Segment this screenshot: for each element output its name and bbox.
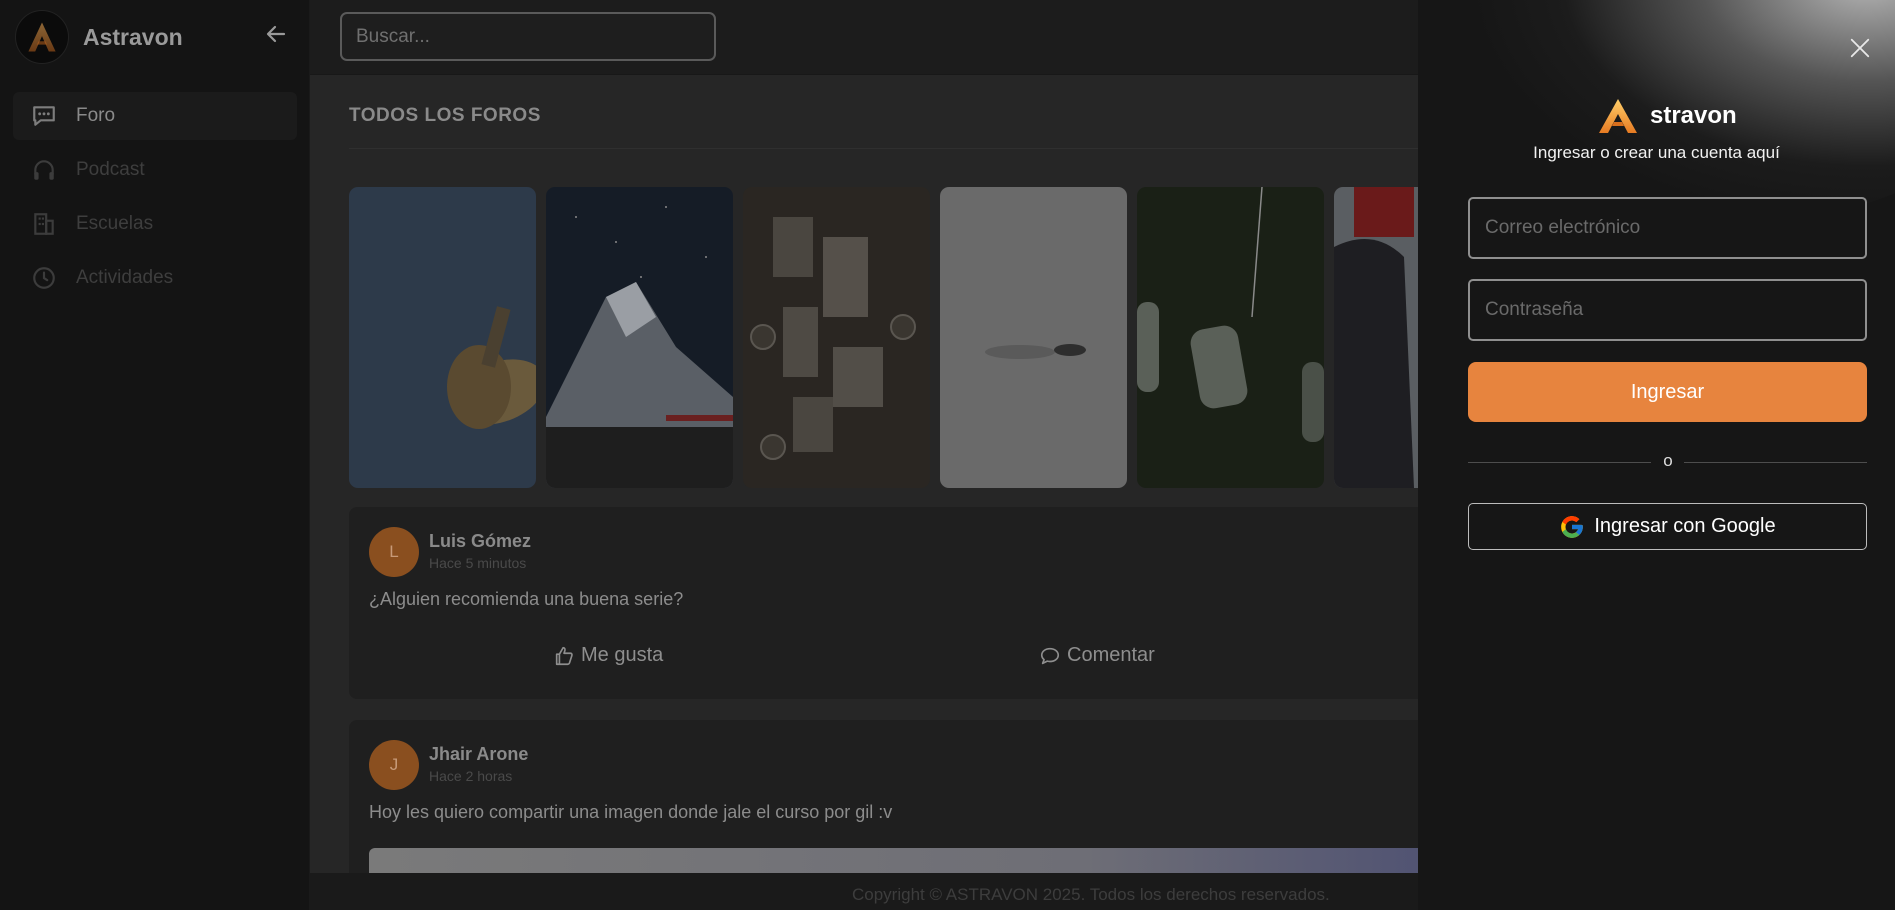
like-label: Me gusta: [581, 644, 664, 666]
sidebar-nav: Foro Podcast Escuelas Actividades: [13, 92, 297, 308]
login-brand-name: stravon: [1650, 102, 1737, 129]
sidebar-item-label: Escuelas: [76, 213, 154, 234]
logo-icon: [15, 10, 69, 64]
login-subtitle: Ingresar o crear una cuenta aquí: [1533, 143, 1780, 162]
collapse-sidebar-button[interactable]: [262, 20, 290, 48]
post-time: Hace 5 minutos: [429, 555, 527, 571]
brand[interactable]: Astravon: [15, 10, 183, 64]
sidebar-item-podcast[interactable]: Podcast: [13, 146, 297, 194]
comment-icon: [1040, 647, 1060, 664]
stories-carousel: [349, 187, 1521, 488]
story-card[interactable]: [546, 187, 733, 488]
google-icon: [1561, 515, 1584, 538]
brand-name: Astravon: [83, 23, 183, 50]
story-image: [546, 187, 733, 488]
thumbs-up-icon: [555, 646, 573, 665]
google-login-label: Ingresar con Google: [1594, 515, 1776, 537]
copyright-text: Copyright © ASTRAVON 2025. Todos los der…: [852, 885, 1330, 904]
post-time: Hace 2 horas: [429, 768, 513, 784]
story-image: [743, 187, 930, 488]
sidebar-item-escuelas[interactable]: Escuelas: [13, 200, 297, 248]
post-text: Hoy les quiero compartir una imagen dond…: [369, 802, 893, 822]
google-login-button[interactable]: Ingresar con Google: [1468, 503, 1867, 550]
comment-button[interactable]: Comentar: [1039, 644, 1155, 667]
section-title: TODOS LOS FOROS: [349, 105, 541, 126]
comment-label: Comentar: [1067, 644, 1155, 666]
or-divider: o: [1468, 451, 1867, 470]
sidebar-item-label: Podcast: [76, 159, 145, 180]
avatar[interactable]: L: [369, 527, 419, 577]
sidebar: Astravon Foro Podcast Escuelas Actividad…: [0, 0, 310, 910]
close-icon: [1850, 38, 1870, 58]
login-drawer: stravon Ingresar o crear una cuenta aquí…: [1418, 0, 1895, 910]
avatar[interactable]: J: [369, 740, 419, 790]
sidebar-item-label: Foro: [76, 105, 116, 126]
forum-icon: [30, 102, 58, 130]
logo-icon: [1599, 99, 1637, 133]
sidebar-item-foro[interactable]: Foro: [13, 92, 297, 140]
story-image: [940, 187, 1127, 488]
story-card[interactable]: [743, 187, 930, 488]
email-field[interactable]: [1468, 197, 1867, 259]
story-card[interactable]: [940, 187, 1127, 488]
post-author[interactable]: Jhair Arone: [429, 744, 528, 765]
post-text: ¿Alguien recomienda una buena serie?: [369, 589, 684, 609]
search-input[interactable]: [340, 12, 716, 61]
close-button[interactable]: [1846, 34, 1874, 62]
sidebar-item-label: Actividades: [76, 267, 174, 288]
like-button[interactable]: Me gusta: [553, 644, 663, 667]
clock-icon: [30, 264, 58, 292]
story-image: [349, 187, 536, 488]
login-button[interactable]: Ingresar: [1468, 362, 1867, 422]
password-field[interactable]: [1468, 279, 1867, 341]
headphones-icon: [30, 156, 58, 184]
login-brand: stravon: [1598, 98, 1737, 134]
story-card[interactable]: [349, 187, 536, 488]
or-label: o: [1663, 451, 1673, 470]
building-icon: [30, 210, 58, 238]
arrow-left-icon: [266, 25, 286, 43]
story-card[interactable]: [1137, 187, 1324, 488]
app-root: Astravon Foro Podcast Escuelas Actividad…: [0, 0, 1895, 910]
story-image: [1137, 187, 1324, 488]
sidebar-item-actividades[interactable]: Actividades: [13, 254, 297, 302]
post-author[interactable]: Luis Gómez: [429, 531, 531, 552]
